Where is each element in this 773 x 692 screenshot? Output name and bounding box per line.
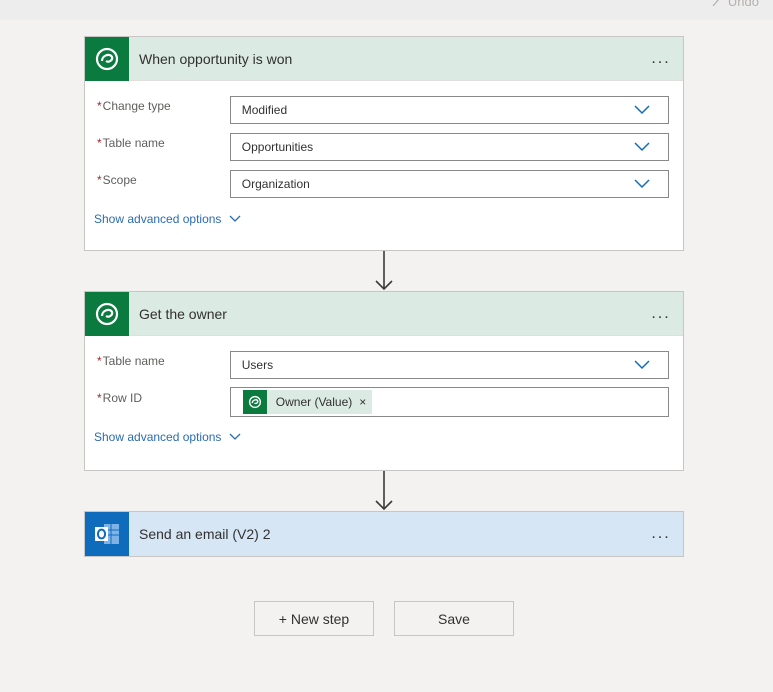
required-marker: * bbox=[97, 354, 102, 368]
field-label-change-type: *Change type bbox=[97, 99, 171, 113]
send-email-more-menu[interactable]: ... bbox=[639, 512, 683, 556]
trigger-card: When opportunity is won ... *Change type… bbox=[84, 36, 684, 251]
trigger-card-header[interactable]: When opportunity is won ... bbox=[85, 36, 683, 81]
table-name-value: Opportunities bbox=[241, 139, 314, 154]
dataverse-icon bbox=[242, 389, 267, 414]
top-bar: Undo bbox=[0, 0, 773, 20]
required-marker: * bbox=[97, 391, 102, 405]
trigger-card-title: When opportunity is won bbox=[139, 50, 293, 67]
token-label: Owner (Value) bbox=[275, 394, 353, 409]
chevron-down-icon bbox=[634, 178, 650, 188]
send-email-card[interactable]: Send an email (V2) 2 ... bbox=[84, 511, 684, 557]
advanced-label: Show advanced options bbox=[94, 430, 222, 444]
dynamic-content-token[interactable]: Owner (Value) × bbox=[242, 389, 373, 414]
field-row-row-id: *Row ID Owner (Value) × bbox=[93, 383, 669, 420]
chevron-down-icon bbox=[634, 104, 650, 114]
field-label-table-name: *Table name bbox=[97, 354, 165, 368]
dataverse-icon bbox=[85, 291, 129, 336]
undo-label: Undo bbox=[727, 0, 759, 9]
scope-value: Organization bbox=[241, 176, 310, 191]
get-owner-more-menu[interactable]: ... bbox=[639, 292, 683, 336]
field-label-table-name: *Table name bbox=[97, 136, 165, 150]
undo-button[interactable]: Undo bbox=[710, 0, 759, 9]
arrow-down-icon bbox=[375, 251, 393, 291]
undo-icon bbox=[712, 0, 719, 6]
get-owner-card: Get the owner ... *Table name Users *Row… bbox=[84, 291, 684, 471]
advanced-label: Show advanced options bbox=[94, 212, 222, 226]
required-marker: * bbox=[97, 136, 102, 150]
token-remove-button[interactable]: × bbox=[359, 395, 366, 409]
field-row-table-name: *Table name Users bbox=[93, 346, 669, 383]
trigger-more-menu[interactable]: ... bbox=[639, 37, 683, 81]
owner-table-name-dropdown[interactable]: Users bbox=[229, 350, 669, 379]
owner-table-name-value: Users bbox=[241, 357, 274, 372]
field-label-scope: *Scope bbox=[97, 173, 137, 187]
save-button[interactable]: Save bbox=[394, 601, 514, 636]
field-row-change-type: *Change type Modified bbox=[93, 91, 669, 128]
chevron-down-icon bbox=[229, 215, 241, 222]
arrow-down-icon bbox=[375, 471, 393, 511]
chevron-down-icon bbox=[229, 433, 241, 440]
row-id-input[interactable]: Owner (Value) × bbox=[229, 386, 669, 417]
field-row-table-name: *Table name Opportunities bbox=[93, 128, 669, 165]
field-label-row-id: *Row ID bbox=[97, 391, 143, 405]
field-row-scope: *Scope Organization bbox=[93, 165, 669, 202]
required-marker: * bbox=[97, 99, 102, 113]
chevron-down-icon bbox=[634, 141, 650, 151]
table-name-dropdown[interactable]: Opportunities bbox=[229, 132, 669, 161]
dataverse-icon bbox=[85, 36, 129, 81]
scope-dropdown[interactable]: Organization bbox=[229, 169, 669, 198]
send-email-card-title: Send an email (V2) 2 bbox=[139, 526, 271, 542]
new-step-button[interactable]: + New step bbox=[254, 601, 374, 636]
show-advanced-options-link[interactable]: Show advanced options bbox=[94, 212, 241, 226]
outlook-icon bbox=[85, 512, 129, 556]
chevron-down-icon bbox=[634, 359, 650, 369]
change-type-dropdown[interactable]: Modified bbox=[229, 95, 669, 124]
required-marker: * bbox=[97, 173, 102, 187]
change-type-value: Modified bbox=[241, 102, 288, 117]
get-owner-card-title: Get the owner bbox=[139, 305, 227, 322]
show-advanced-options-link[interactable]: Show advanced options bbox=[94, 430, 241, 444]
send-email-card-header[interactable]: Send an email (V2) 2 ... bbox=[85, 512, 683, 556]
get-owner-card-header[interactable]: Get the owner ... bbox=[85, 291, 683, 336]
